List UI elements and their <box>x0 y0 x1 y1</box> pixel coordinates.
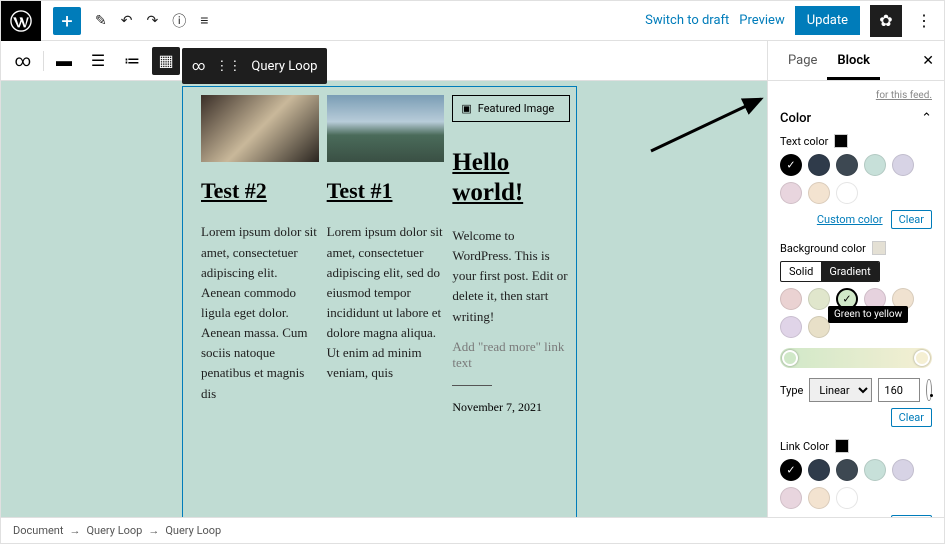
current-bg-color <box>872 241 886 255</box>
separator <box>452 385 492 386</box>
post-title[interactable]: Test #1 <box>327 178 445 204</box>
color-swatch[interactable] <box>780 459 802 481</box>
text-color-label: Text color <box>780 134 932 148</box>
color-swatch[interactable] <box>836 487 858 509</box>
color-swatch[interactable] <box>808 154 830 176</box>
color-swatch[interactable] <box>780 182 802 204</box>
color-swatch[interactable] <box>892 154 914 176</box>
redo-icon[interactable]: ↷ <box>146 13 158 29</box>
link-color-swatches <box>780 459 932 509</box>
color-swatch[interactable] <box>892 459 914 481</box>
wordpress-logo[interactable] <box>1 1 41 41</box>
featured-image-placeholder[interactable]: ▣ Featured Image <box>452 95 570 122</box>
close-sidebar-icon[interactable]: ✕ <box>922 53 934 69</box>
annotation-arrow <box>631 91 781 161</box>
post-card: Test #1 Lorem ipsum dolor sit amet, cons… <box>327 95 445 517</box>
undo-icon[interactable]: ↶ <box>121 13 133 29</box>
custom-color-link[interactable]: Custom color <box>817 213 883 226</box>
gradient-option[interactable]: Gradient <box>821 262 878 281</box>
gradient-swatch[interactable] <box>780 316 802 338</box>
post-card: Test #2 Lorem ipsum dolor sit amet, cons… <box>201 95 319 517</box>
query-loop-block[interactable]: Test #2 Lorem ipsum dolor sit amet, cons… <box>182 86 577 517</box>
post-image[interactable] <box>201 95 319 162</box>
gradient-type-select[interactable]: Linear <box>809 378 872 402</box>
gradient-type-row: Type Linear <box>780 378 932 402</box>
align-icon[interactable]: ▬ <box>50 47 78 75</box>
gradient-tooltip: Green to yellow <box>828 306 908 323</box>
add-block-button[interactable]: + <box>53 7 81 35</box>
post-image[interactable] <box>327 95 445 162</box>
color-swatch[interactable] <box>780 154 802 176</box>
gradient-swatch[interactable] <box>808 316 830 338</box>
toolbar-tools: ✎ ↶ ↷ ⓘ ≡ <box>95 11 208 31</box>
type-label: Type <box>780 384 803 397</box>
post-date: November 7, 2021 <box>452 400 570 415</box>
featured-image-label: Featured Image <box>478 102 554 115</box>
color-swatch[interactable] <box>864 459 886 481</box>
background-color-label: Background color <box>780 241 932 255</box>
settings-sidebar: Page Block ✕ for this feed. Color ⌃ Text… <box>767 41 944 543</box>
breadcrumb-item[interactable]: Query Loop <box>86 524 142 537</box>
loop-icon[interactable]: ∞ <box>9 47 37 75</box>
gradient-swatch[interactable] <box>780 288 802 310</box>
select-tool-icon[interactable]: ✎ <box>95 13 107 29</box>
angle-picker[interactable] <box>926 379 932 401</box>
settings-icon[interactable]: ☰ <box>84 47 112 75</box>
list-icon[interactable]: ≔ <box>118 47 146 75</box>
clear-button[interactable]: Clear <box>891 408 932 427</box>
info-icon[interactable]: ⓘ <box>172 11 186 31</box>
color-swatch[interactable] <box>808 182 830 204</box>
read-more-placeholder[interactable]: Add "read more" link text <box>452 339 570 371</box>
gradient-angle-input[interactable] <box>878 378 920 402</box>
color-swatch[interactable] <box>780 487 802 509</box>
color-swatch[interactable] <box>836 182 858 204</box>
outline-icon[interactable]: ≡ <box>200 12 208 29</box>
block-label: Query Loop <box>251 59 317 74</box>
gradient-bar[interactable] <box>780 348 932 368</box>
post-title[interactable]: Hello world! <box>452 148 570 208</box>
color-swatch[interactable] <box>808 459 830 481</box>
post-excerpt[interactable]: Lorem ipsum dolor sit amet, consectetuer… <box>327 222 445 383</box>
link-color-label: Link Color <box>780 439 932 453</box>
drag-handle-icon[interactable]: ⋮⋮ <box>215 59 241 74</box>
breadcrumb: Document → Query Loop → Query Loop <box>1 517 944 543</box>
breadcrumb-item[interactable]: Query Loop <box>165 524 221 537</box>
post-excerpt[interactable]: Welcome to WordPress. This is your first… <box>452 226 570 327</box>
update-button[interactable]: Update <box>795 6 860 35</box>
solid-option[interactable]: Solid <box>781 262 821 281</box>
color-swatch[interactable] <box>808 487 830 509</box>
clear-button[interactable]: Clear <box>891 210 932 229</box>
text-color-swatches <box>780 154 932 204</box>
floating-block-toolbar: ∞ ⋮⋮ Query Loop <box>182 48 327 84</box>
current-text-color <box>834 134 848 148</box>
post-excerpt[interactable]: Lorem ipsum dolor sit amet, consectetuer… <box>201 222 319 403</box>
more-options-icon[interactable]: ⋮ <box>912 7 936 34</box>
color-heading: Color <box>780 111 811 126</box>
breadcrumb-item[interactable]: Document <box>13 524 63 537</box>
switch-to-draft-link[interactable]: Switch to draft <box>645 13 729 28</box>
topbar-right: Switch to draft Preview Update ✿ ⋮ <box>645 5 944 37</box>
sidebar-tabs: Page Block ✕ <box>768 41 944 81</box>
loop-block-icon[interactable]: ∞ <box>192 59 205 74</box>
gradient-swatch[interactable] <box>808 288 830 310</box>
settings-gear-icon[interactable]: ✿ <box>870 5 902 37</box>
grid-view-icon[interactable]: ▦ <box>152 47 180 75</box>
solid-gradient-toggle: Solid Gradient <box>780 261 880 282</box>
tab-block[interactable]: Block <box>827 41 880 80</box>
top-toolbar: + ✎ ↶ ↷ ⓘ ≡ Switch to draft Preview Upda… <box>1 1 944 41</box>
preview-link[interactable]: Preview <box>739 13 784 28</box>
post-card: ▣ Featured Image Hello world! Welcome to… <box>452 95 570 517</box>
post-title[interactable]: Test #2 <box>201 178 319 204</box>
image-icon: ▣ <box>461 102 471 115</box>
color-panel: Color ⌃ Text color Custom color Clear Ba… <box>768 101 944 543</box>
color-swatch[interactable] <box>836 154 858 176</box>
gradient-swatches: Green to yellow <box>780 288 932 338</box>
chevron-up-icon: ⌃ <box>921 111 932 126</box>
current-link-color <box>835 439 849 453</box>
color-swatch[interactable] <box>864 154 886 176</box>
truncated-text: for this feed. <box>768 81 944 101</box>
tab-page[interactable]: Page <box>778 41 827 80</box>
color-panel-header[interactable]: Color ⌃ <box>780 111 932 126</box>
color-swatch[interactable] <box>836 459 858 481</box>
